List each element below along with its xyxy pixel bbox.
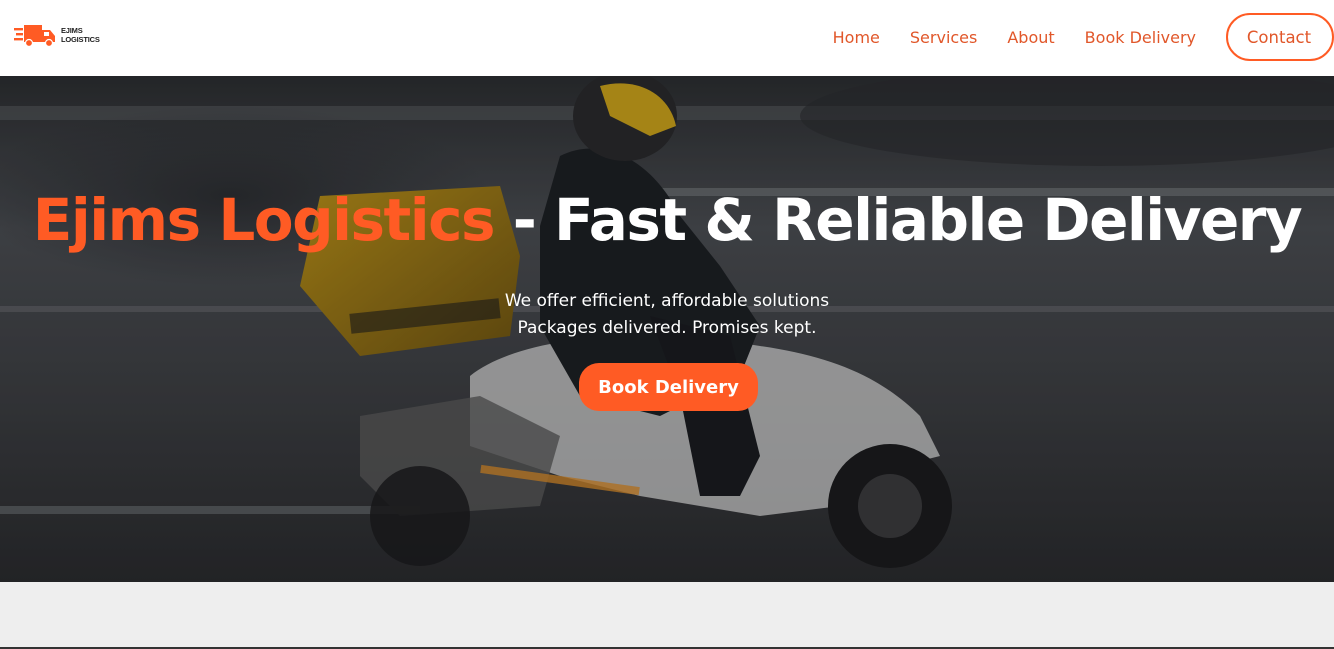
hero-title-rest: - Fast & Reliable Delivery <box>494 186 1303 254</box>
hero-subtitle: We offer efficient, affordable solutions… <box>0 288 1334 342</box>
hero-section: Ejims Logistics - Fast & Reliable Delive… <box>0 76 1334 582</box>
logo[interactable]: EJIMS LOGISTICS <box>14 22 100 48</box>
hero-subtitle-line1: We offer efficient, affordable solutions <box>504 291 830 311</box>
nav-services[interactable]: Services <box>910 28 977 47</box>
logo-line1: EJIMS <box>61 26 83 35</box>
hero-title-brand: Ejims Logistics <box>32 186 496 254</box>
logo-text: EJIMS LOGISTICS <box>61 26 100 44</box>
hero-subtitle-line2: Packages delivered. Promises kept. <box>517 318 817 338</box>
next-section <box>0 582 1334 649</box>
site-header: EJIMS LOGISTICS Home Services About Book… <box>0 0 1334 76</box>
main-nav: Home Services About Book Delivery Contac… <box>833 13 1334 61</box>
nav-book-delivery[interactable]: Book Delivery <box>1085 28 1196 47</box>
contact-button[interactable]: Contact <box>1226 13 1334 61</box>
nav-about[interactable]: About <box>1007 28 1054 47</box>
nav-home[interactable]: Home <box>833 28 880 47</box>
book-delivery-button[interactable]: Book Delivery <box>579 363 758 411</box>
truck-icon <box>14 25 55 48</box>
hero-title: Ejims Logistics - Fast & Reliable Delive… <box>0 186 1334 254</box>
logo-line2: LOGISTICS <box>61 35 100 44</box>
